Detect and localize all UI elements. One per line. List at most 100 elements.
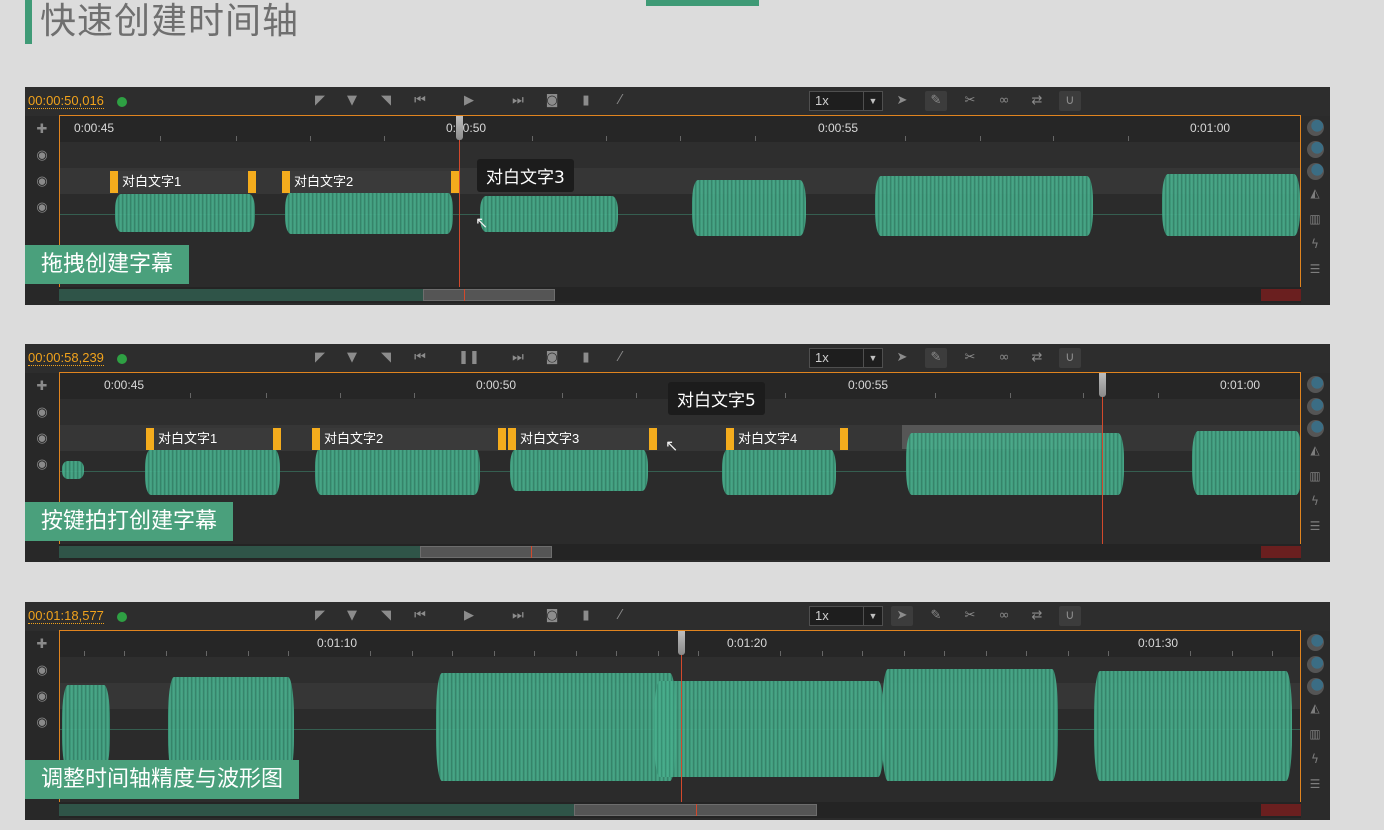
bar-chart-icon[interactable]: ▥	[1305, 469, 1325, 486]
play-icon[interactable]: ▶	[458, 606, 480, 626]
bookmark-icon[interactable]: ▮	[575, 91, 597, 111]
zoom-dial-icon[interactable]	[1307, 163, 1324, 180]
pointer-icon[interactable]: ➤	[891, 348, 913, 368]
magic-wand-icon[interactable]: ⁄	[609, 91, 631, 111]
snapshot-icon[interactable]: ◙	[541, 91, 563, 111]
timeline-scrollbar[interactable]	[59, 802, 1301, 818]
caption-handle-left[interactable]	[312, 428, 320, 450]
timeline-scrollbar[interactable]	[59, 287, 1301, 303]
playhead-handle[interactable]	[1099, 373, 1106, 397]
playhead-handle[interactable]	[456, 116, 463, 140]
caption-handle-left[interactable]	[110, 171, 118, 193]
zoom-dial-icon[interactable]	[1307, 141, 1324, 158]
eye-icon[interactable]: ◉	[25, 200, 59, 215]
eye-icon[interactable]: ◉	[25, 689, 59, 704]
skip-back-icon[interactable]: ⏮	[409, 606, 431, 626]
speed-select[interactable]: 1x ▼	[809, 606, 883, 626]
caption-handle-right[interactable]	[248, 171, 256, 193]
caption-block[interactable]: 对白文字3	[508, 428, 657, 450]
snapshot-icon[interactable]: ◙	[541, 348, 563, 368]
caption-handle-left[interactable]	[282, 171, 290, 193]
timeline-track[interactable]: 0:00:45 0:00:50 0:00:55 0:01:00 对白文字1 对白…	[59, 115, 1301, 303]
eye-icon[interactable]: ◉	[25, 148, 59, 163]
caption-handle-right[interactable]	[273, 428, 281, 450]
zoom-dial-icon[interactable]	[1307, 376, 1324, 393]
time-ruler[interactable]: 0:00:45 0:00:50 0:00:55 0:01:00	[60, 116, 1300, 142]
magnet-icon[interactable]: ∪	[1059, 606, 1081, 626]
magnet-icon[interactable]: ∪	[1059, 348, 1081, 368]
zoom-dial-icon[interactable]	[1307, 634, 1324, 651]
mark-down-icon[interactable]: ▼	[341, 91, 363, 111]
pause-icon[interactable]: ❚❚	[458, 348, 480, 368]
link-icon[interactable]: ∞	[993, 348, 1015, 368]
zoom-dial-icon[interactable]	[1307, 398, 1324, 415]
playhead-handle[interactable]	[678, 631, 685, 655]
skip-forward-icon[interactable]: ⏭	[507, 348, 529, 368]
caption-handle-right[interactable]	[840, 428, 848, 450]
eye-icon[interactable]: ◉	[25, 431, 59, 446]
magnet-icon[interactable]: ∪	[1059, 91, 1081, 111]
mark-in-icon[interactable]: ◤	[309, 606, 331, 626]
mark-out-icon[interactable]: ◥	[375, 348, 397, 368]
caption-handle-right[interactable]	[498, 428, 506, 450]
add-track-icon[interactable]: ✚	[25, 122, 59, 137]
eye-icon[interactable]: ◉	[25, 715, 59, 730]
swap-icon[interactable]: ⇄	[1026, 606, 1048, 626]
add-track-icon[interactable]: ✚	[25, 379, 59, 394]
pointer-icon[interactable]: ➤	[891, 91, 913, 111]
zoom-dial-icon[interactable]	[1307, 119, 1324, 136]
caption-handle-left[interactable]	[726, 428, 734, 450]
eye-icon[interactable]: ◉	[25, 663, 59, 678]
waveform-area-icon[interactable]: ◭	[1305, 701, 1325, 718]
scrollbar-thumb[interactable]	[423, 289, 555, 301]
speed-select[interactable]: 1x ▼	[809, 348, 883, 368]
pointer-icon[interactable]: ➤	[891, 606, 913, 626]
timecode[interactable]: 00:00:58,239	[28, 350, 104, 366]
timecode[interactable]: 00:01:18,577	[28, 608, 104, 624]
playhead[interactable]	[1102, 373, 1103, 559]
lightning-icon[interactable]: ϟ	[1305, 237, 1325, 254]
bar-chart-icon[interactable]: ▥	[1305, 727, 1325, 744]
add-track-icon[interactable]: ✚	[25, 637, 59, 652]
zoom-dial-icon[interactable]	[1307, 420, 1324, 437]
caption-handle-left[interactable]	[146, 428, 154, 450]
list-icon[interactable]: ☰	[1305, 262, 1325, 279]
skip-back-icon[interactable]: ⏮	[409, 91, 431, 111]
skip-forward-icon[interactable]: ⏭	[507, 606, 529, 626]
caption-block[interactable]: 对白文字1	[110, 171, 256, 193]
lightning-icon[interactable]: ϟ	[1305, 494, 1325, 511]
caption-handle-right[interactable]	[649, 428, 657, 450]
mark-out-icon[interactable]: ◥	[375, 606, 397, 626]
snapshot-icon[interactable]: ◙	[541, 606, 563, 626]
swap-icon[interactable]: ⇄	[1026, 91, 1048, 111]
scissors-icon[interactable]: ✂	[959, 91, 981, 111]
mark-in-icon[interactable]: ◤	[309, 91, 331, 111]
list-icon[interactable]: ☰	[1305, 777, 1325, 794]
caption-block[interactable]: 对白文字2	[312, 428, 506, 450]
edit-icon[interactable]: ✎	[925, 91, 947, 111]
zoom-dial-icon[interactable]	[1307, 656, 1324, 673]
edit-icon[interactable]: ✎	[925, 606, 947, 626]
playhead[interactable]	[459, 116, 460, 302]
edit-icon[interactable]: ✎	[925, 348, 947, 368]
waveform-area-icon[interactable]: ◭	[1305, 186, 1325, 203]
zoom-dial-icon[interactable]	[1307, 678, 1324, 695]
caption-block[interactable]: 对白文字4	[726, 428, 848, 450]
link-icon[interactable]: ∞	[993, 606, 1015, 626]
bookmark-icon[interactable]: ▮	[575, 606, 597, 626]
caption-handle-right[interactable]	[451, 171, 459, 193]
timeline-scrollbar[interactable]	[59, 544, 1301, 560]
eye-icon[interactable]: ◉	[25, 174, 59, 189]
scissors-icon[interactable]: ✂	[959, 348, 981, 368]
magic-wand-icon[interactable]: ⁄	[609, 348, 631, 368]
magic-wand-icon[interactable]: ⁄	[609, 606, 631, 626]
caption-handle-left[interactable]	[508, 428, 516, 450]
mark-in-icon[interactable]: ◤	[309, 348, 331, 368]
mark-down-icon[interactable]: ▼	[341, 348, 363, 368]
skip-back-icon[interactable]: ⏮	[409, 348, 431, 368]
lightning-icon[interactable]: ϟ	[1305, 752, 1325, 769]
mark-down-icon[interactable]: ▼	[341, 606, 363, 626]
swap-icon[interactable]: ⇄	[1026, 348, 1048, 368]
scissors-icon[interactable]: ✂	[959, 606, 981, 626]
timecode[interactable]: 00:00:50,016	[28, 93, 104, 109]
